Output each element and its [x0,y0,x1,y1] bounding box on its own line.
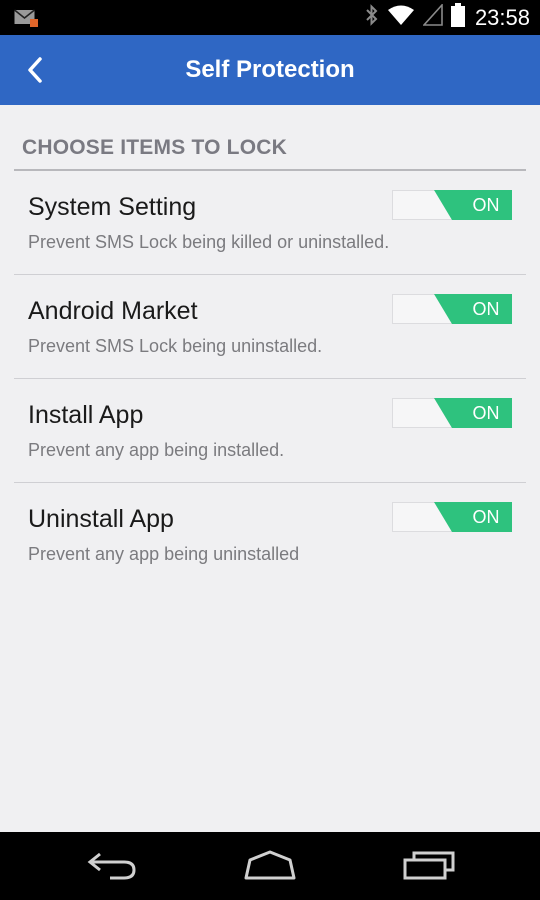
wifi-icon [387,4,415,31]
page-title: Self Protection [185,56,355,83]
item-title: Uninstall App [28,505,174,533]
battery-icon [450,3,465,32]
bluetooth-icon [365,4,379,31]
navigation-bar [0,832,540,900]
item-title: Install App [28,401,144,429]
toggle-label: ON [472,195,500,215]
status-bar: 23:58 [0,0,540,35]
item-description: Prevent SMS Lock being killed or uninsta… [28,232,390,252]
clock: 23:58 [474,4,530,30]
home-icon [242,850,298,886]
section-header: CHOOSE ITEMS TO LOCK [14,126,526,171]
nav-recents-button[interactable] [402,848,456,887]
toggle-label: ON [472,299,500,319]
item-title: Android Market [28,297,198,325]
lock-items-list: System Setting Prevent SMS Lock being ki… [14,171,526,587]
signal-icon [422,2,443,31]
list-item-install-app: Install App Prevent any app being instal… [14,379,526,483]
list-item-android-market: Android Market Prevent SMS Lock being un… [14,275,526,379]
section-header-label: CHOOSE ITEMS TO LOCK [22,136,287,159]
back-arrow-icon [20,57,56,93]
screen: 23:58 Self Protection CHOOSE ITEMS TO LO… [0,0,540,900]
app-bar: Self Protection [0,35,540,105]
install-app-toggle[interactable]: ON [392,398,512,428]
back-icon [86,852,138,886]
nav-back-button[interactable] [86,848,138,887]
item-description: Prevent SMS Lock being uninstalled. [28,336,323,356]
mail-icon [14,9,38,32]
nav-home-button[interactable] [242,848,298,887]
system-setting-toggle[interactable]: ON [392,190,512,220]
status-icons: 23:58 [357,0,532,35]
item-title: System Setting [28,193,197,221]
item-description: Prevent any app being installed. [28,440,285,460]
back-button[interactable] [20,51,56,89]
android-market-toggle[interactable]: ON [392,294,512,324]
toggle-label: ON [472,403,500,423]
item-description: Prevent any app being uninstalled [28,544,300,564]
recents-icon [402,851,456,886]
uninstall-app-toggle[interactable]: ON [392,502,512,532]
list-item-system-setting: System Setting Prevent SMS Lock being ki… [14,171,526,275]
toggle-label: ON [472,507,500,527]
list-item-uninstall-app: Uninstall App Prevent any app being unin… [14,483,526,587]
